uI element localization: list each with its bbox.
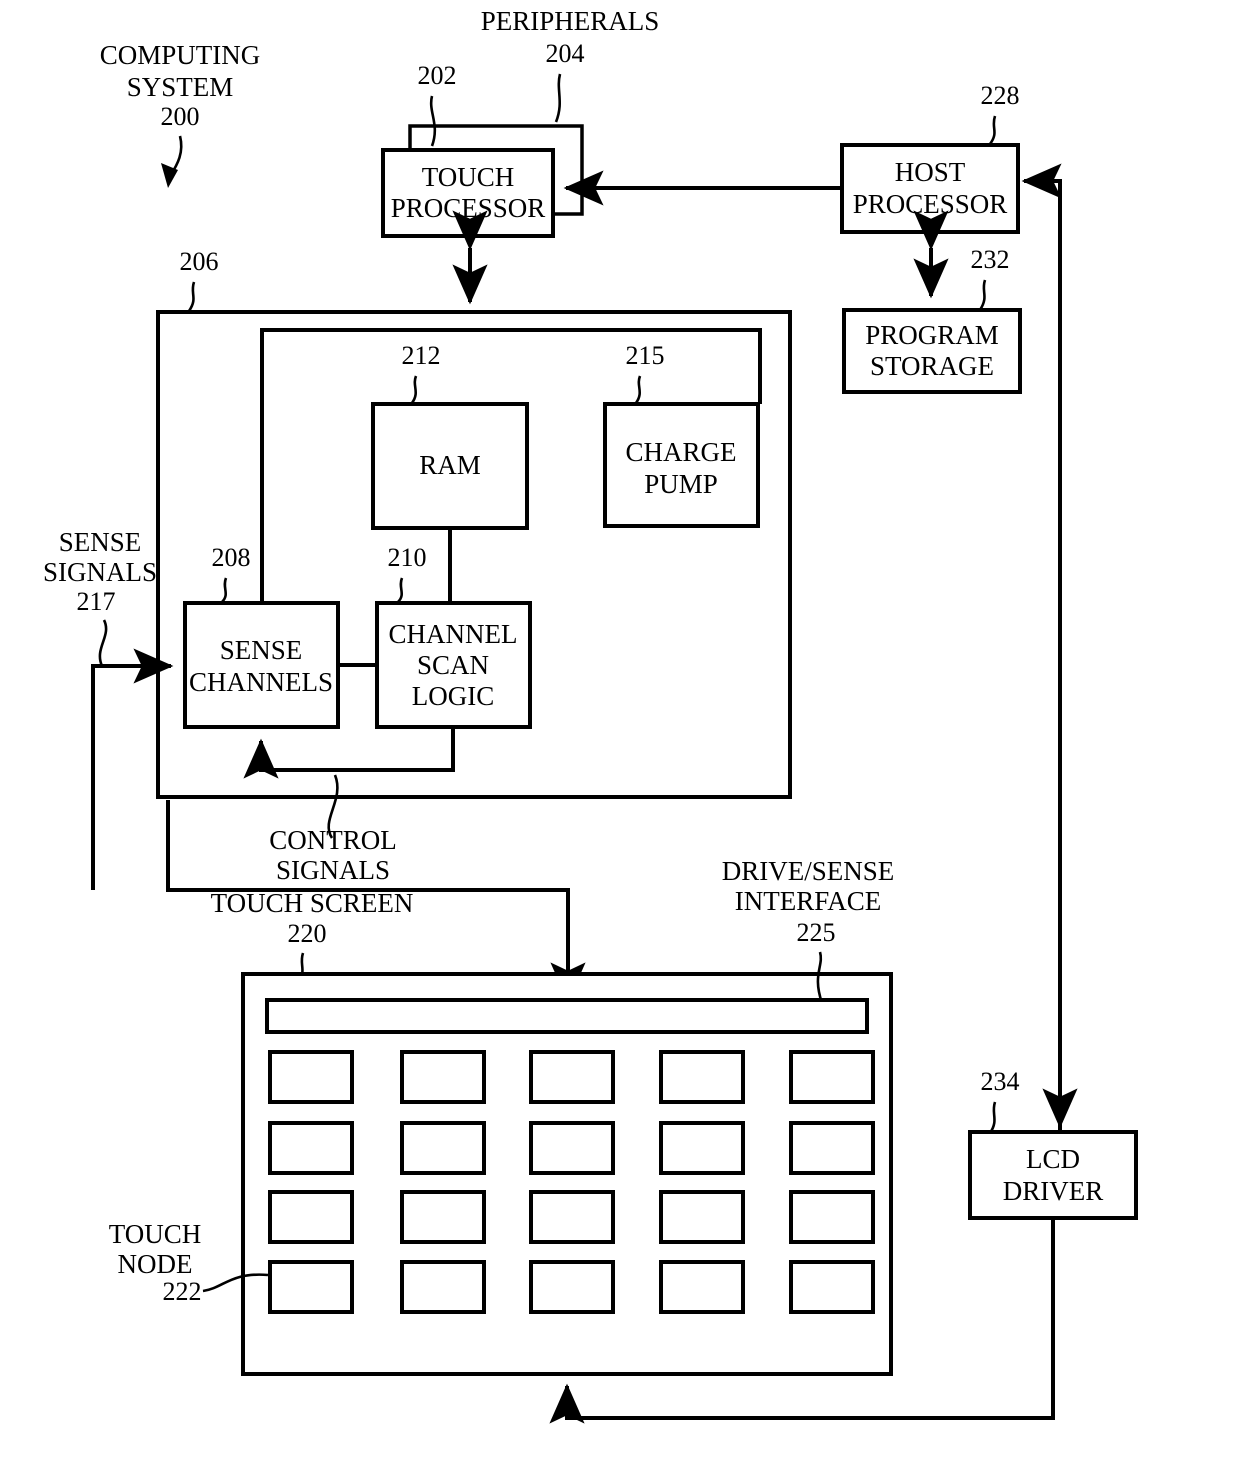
lcd-to-host-bus [1021,163,1062,1132]
charge-pump-ref: 215 [626,341,665,370]
touch-node[interactable] [400,1050,486,1104]
touch-node[interactable] [268,1190,354,1244]
touch-processor-label-line2: PROCESSOR [391,193,546,223]
touch-node[interactable] [400,1121,486,1175]
touch-node[interactable] [400,1190,486,1244]
drive-sense-interface-bar[interactable] [265,998,869,1034]
sense-signals-label-line2: SIGNALS [43,557,157,587]
touch-processor-label-line1: TOUCH [422,162,515,192]
touch-node[interactable] [268,1260,354,1314]
drive-sense-ref: 225 [797,918,836,947]
touch-node[interactable] [268,1050,354,1104]
channel-scan-label-line3: LOGIC [412,681,495,711]
sense-signals-leader [98,619,108,667]
charge-pump-label-line1: CHARGE [625,437,736,467]
peripherals-ref: 204 [546,39,585,68]
ram-ref: 212 [402,341,441,370]
sense-channels-label-line1: SENSE [220,635,303,665]
touch-node[interactable] [789,1260,875,1314]
touch-screen-label: TOUCH SCREEN [211,888,414,918]
computing-system-label-line2: SYSTEM [127,72,234,102]
touch-node-label-line2: NODE [118,1249,193,1279]
host-processor-leader [988,115,997,145]
touch-node[interactable] [268,1121,354,1175]
sense-signals-ref: 217 [77,587,116,616]
drive-sense-label-line2: INTERFACE [735,886,882,916]
program-storage-ref: 232 [971,245,1010,274]
touch-node[interactable] [789,1190,875,1244]
channel-scan-label-line1: CHANNEL [389,619,518,649]
peripherals-label: PERIPHERALS [481,6,660,36]
touch-node[interactable] [529,1260,615,1314]
sense-channels-ref: 208 [212,543,251,572]
program-storage-label-line2: STORAGE [870,351,994,381]
channel-scan-label-line2: SCAN [417,650,489,680]
host-processor-ref: 228 [981,81,1020,110]
charge-pump-label-line2: PUMP [644,469,718,499]
touch-node[interactable] [789,1050,875,1104]
touch-node[interactable] [529,1121,615,1175]
program-storage-label-line1: PROGRAM [865,320,999,350]
block-diagram: COMPUTING SYSTEM 200 PERIPHERALS 204 202… [43,6,1138,1424]
host-processor-label-line2: PROCESSOR [853,189,1008,219]
touch-screen-ref: 220 [288,919,327,948]
channel-scan-ref: 210 [388,543,427,572]
computing-system-label-line1: COMPUTING [100,40,261,70]
sense-channels-label-line2: CHANNELS [189,667,333,697]
computing-system-ref: 200 [161,102,200,131]
touch-node[interactable] [789,1121,875,1175]
control-signals-label-line2: SIGNALS [276,855,390,885]
touch-processor-ref: 202 [418,61,457,90]
touch-node[interactable] [659,1190,745,1244]
touch-node[interactable] [400,1260,486,1314]
lcd-driver-leader [988,1101,997,1134]
patent-figure-page: COMPUTING SYSTEM 200 PERIPHERALS 204 202… [0,0,1240,1460]
peripherals-leader [554,73,562,123]
control-signals-label-line1: CONTROL [269,825,397,855]
sense-signals-label-line1: SENSE [59,527,142,557]
program-storage-leader [978,279,987,311]
touch-node-ref: 222 [163,1277,202,1306]
touch-node[interactable] [529,1050,615,1104]
lcd-driver-label-line1: LCD [1026,1144,1080,1174]
lcd-driver-label-line2: DRIVER [1003,1176,1104,1206]
lcd-driver-ref: 234 [981,1067,1020,1096]
touchscreen-right-stub [891,1374,931,1386]
touch-node-label-line1: TOUCH [109,1219,202,1249]
touch-controller-leader [187,281,196,312]
touch-node[interactable] [659,1260,745,1314]
ram-label: RAM [419,450,481,480]
touch-node[interactable] [659,1121,745,1175]
host-processor-label-line1: HOST [895,157,966,187]
touch-node[interactable] [659,1050,745,1104]
touch-node[interactable] [529,1190,615,1244]
computing-system-label-group: COMPUTING SYSTEM 200 [100,40,261,188]
touch-controller-ref: 206 [180,247,219,276]
drive-sense-label-line1: DRIVE/SENSE [722,856,895,886]
